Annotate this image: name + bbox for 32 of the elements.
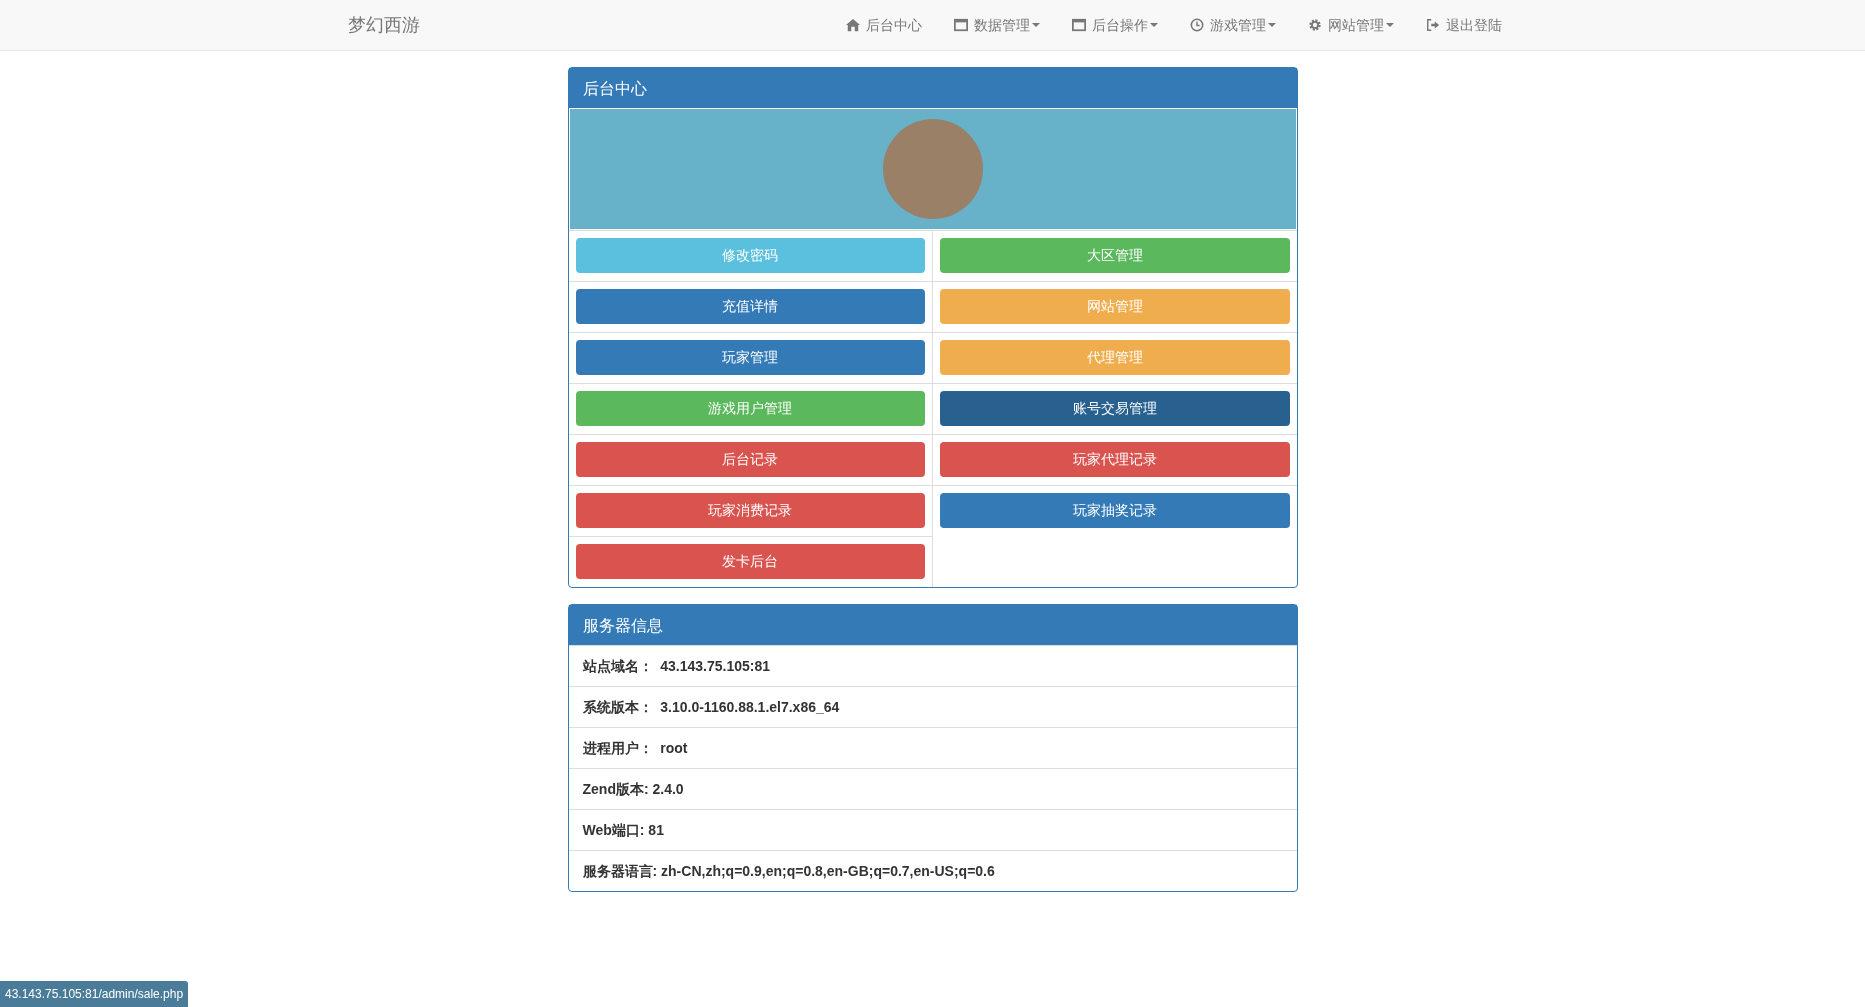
info-row: 站点域名： 43.143.75.105:81 bbox=[568, 645, 1297, 686]
nav-link[interactable]: 后台中心 bbox=[829, 14, 938, 36]
info-row: Web端口: 81 bbox=[568, 809, 1297, 850]
logout-icon bbox=[1425, 18, 1440, 32]
home-icon bbox=[845, 18, 860, 32]
clock-icon bbox=[1189, 18, 1204, 32]
menu-button[interactable]: 玩家管理 bbox=[575, 340, 925, 375]
menu-button[interactable]: 大区管理 bbox=[939, 238, 1290, 273]
menu-button[interactable]: 发卡后台 bbox=[575, 544, 925, 579]
brand-title[interactable]: 梦幻西游 bbox=[347, 11, 420, 39]
menu-button[interactable]: 充值详情 bbox=[575, 289, 925, 324]
settings-icon bbox=[1307, 18, 1322, 32]
panel-title: 服务器信息 bbox=[568, 605, 1297, 645]
panel-title: 后台中心 bbox=[568, 68, 1297, 108]
window-icon bbox=[1071, 18, 1086, 32]
menu-button[interactable]: 账号交易管理 bbox=[939, 391, 1290, 426]
window-icon bbox=[953, 18, 968, 32]
menu-button[interactable]: 玩家代理记录 bbox=[939, 442, 1290, 477]
nav-link[interactable]: 游戏管理 bbox=[1173, 14, 1292, 36]
nav-link[interactable]: 网站管理 bbox=[1291, 14, 1410, 36]
menu-button[interactable]: 后台记录 bbox=[575, 442, 925, 477]
info-row: 进程用户： root bbox=[568, 727, 1297, 768]
nav-link[interactable]: 后台操作 bbox=[1055, 14, 1174, 36]
menu-button[interactable]: 玩家消费记录 bbox=[575, 493, 925, 528]
info-row: Zend版本: 2.4.0 bbox=[568, 768, 1297, 809]
info-row: 服务器语言: zh-CN,zh;q=0.9,en;q=0.8,en-GB;q=0.7,en-US;q=0.6 bbox=[568, 850, 1297, 891]
info-row: 系统版本： 3.10.0-1160.88.1.el7.x86_64 bbox=[568, 686, 1297, 727]
menu-button[interactable]: 游戏用户管理 bbox=[575, 391, 925, 426]
nav-link[interactable]: 退出登陆 bbox=[1409, 14, 1518, 36]
nav-link[interactable]: 数据管理 bbox=[937, 14, 1056, 36]
menu-button[interactable]: 玩家抽奖记录 bbox=[939, 493, 1290, 528]
status-url: 43.143.75.105:81/admin/sale.php bbox=[0, 981, 189, 1007]
